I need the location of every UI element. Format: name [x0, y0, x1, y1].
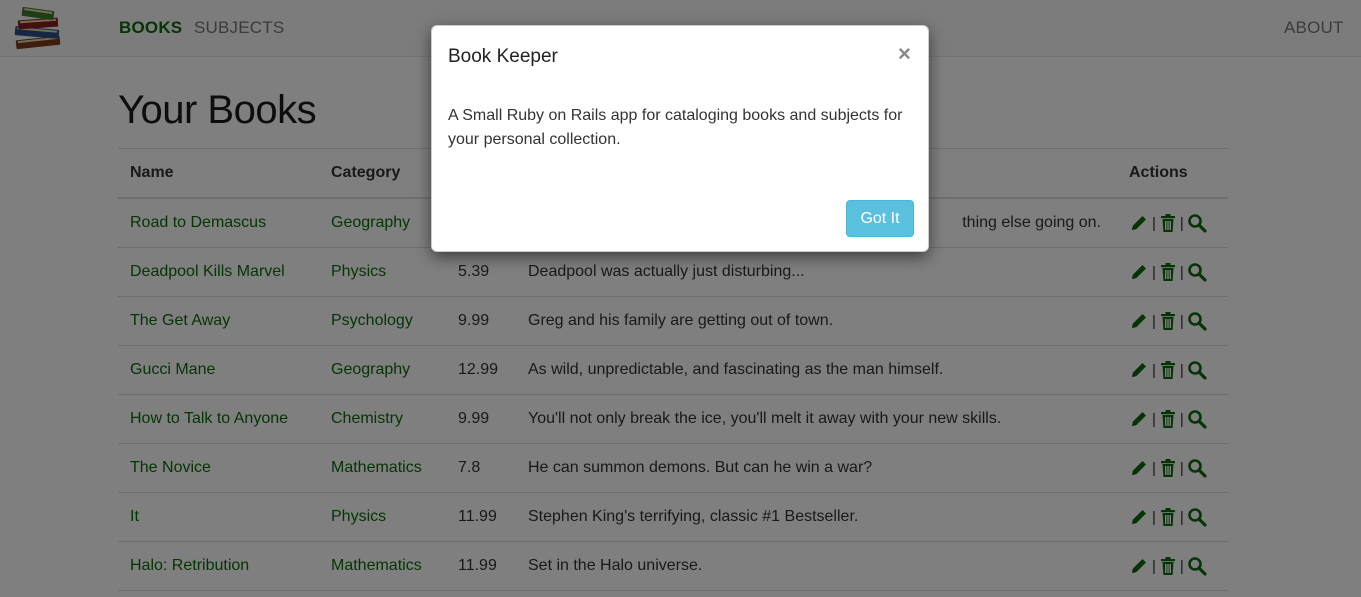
modal-body-text: A Small Ruby on Rails app for cataloging… [448, 107, 903, 148]
got-it-button[interactable]: Got It [846, 200, 914, 237]
close-icon[interactable]: × [898, 43, 911, 65]
modal-title: Book Keeper [448, 46, 558, 67]
about-modal: Book Keeper × A Small Ruby on Rails app … [431, 25, 929, 252]
